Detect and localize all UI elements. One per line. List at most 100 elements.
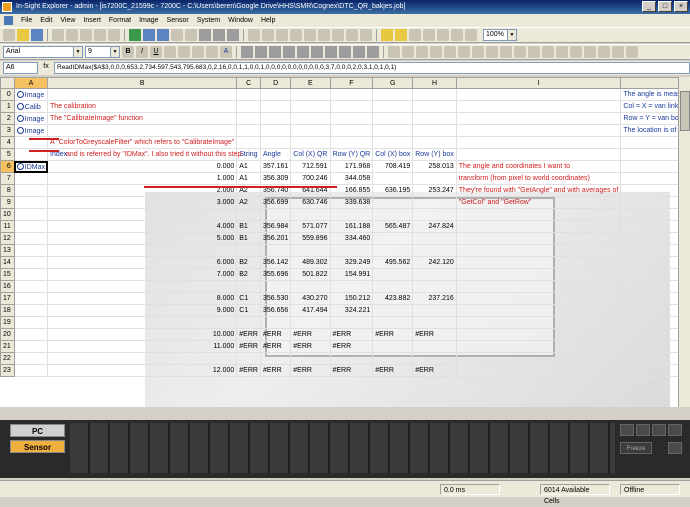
menu-file[interactable]: File <box>21 17 32 24</box>
column-header-i[interactable]: I <box>456 78 621 89</box>
fill-color-icon[interactable] <box>206 46 218 58</box>
cell-i17[interactable] <box>456 293 621 305</box>
row-header[interactable]: 18 <box>1 305 15 317</box>
column-header-g[interactable]: G <box>373 78 413 89</box>
cell-f21[interactable]: #ERR <box>330 341 373 353</box>
shape-icon[interactable] <box>430 46 442 58</box>
row-header[interactable]: 0 <box>1 89 15 101</box>
cell-h6[interactable]: 258.013 <box>413 161 457 173</box>
cell-h3[interactable] <box>413 125 457 137</box>
cell-f13[interactable] <box>330 245 373 257</box>
camera-icon[interactable] <box>199 29 211 41</box>
row-header[interactable]: 7 <box>1 173 15 185</box>
cell-f17[interactable]: 150.212 <box>330 293 373 305</box>
cell-d23[interactable]: #ERR <box>260 365 290 377</box>
cell-g17[interactable]: 423.882 <box>373 293 413 305</box>
histogram-icon[interactable] <box>437 29 449 41</box>
cell-b14[interactable]: 6.000 <box>48 257 237 269</box>
cell-f20[interactable]: #ERR <box>330 329 373 341</box>
cell-a7[interactable] <box>14 173 47 185</box>
column-header-c[interactable]: C <box>237 78 261 89</box>
cell-e3[interactable] <box>291 125 330 137</box>
cell-h14[interactable]: 242.120 <box>413 257 457 269</box>
cell-g19[interactable] <box>373 317 413 329</box>
tool-icon[interactable] <box>339 46 351 58</box>
cell-c6[interactable]: A1 <box>237 161 261 173</box>
font-color-icon[interactable]: A <box>220 46 232 58</box>
cell-h18[interactable] <box>413 305 457 317</box>
cell-g14[interactable]: 495.562 <box>373 257 413 269</box>
cell-d16[interactable] <box>260 281 290 293</box>
column-header-e[interactable]: E <box>291 78 330 89</box>
shape-icon[interactable] <box>486 46 498 58</box>
row-header[interactable]: 3 <box>1 125 15 137</box>
cell-f3[interactable] <box>330 125 373 137</box>
align-left-icon[interactable] <box>164 46 176 58</box>
cell-a15[interactable] <box>14 269 47 281</box>
cell-f10[interactable] <box>330 209 373 221</box>
cell-i3[interactable] <box>456 125 621 137</box>
cell-h0[interactable] <box>413 89 457 101</box>
cell-e23[interactable]: #ERR <box>291 365 330 377</box>
graphics-icon[interactable] <box>248 29 260 41</box>
shape-icon[interactable] <box>598 46 610 58</box>
save-icon[interactable] <box>31 29 43 41</box>
cell-f22[interactable] <box>330 353 373 365</box>
cell-a1[interactable]: Calib <box>14 101 47 113</box>
cell-c9[interactable]: A2 <box>237 197 261 209</box>
cell-i15[interactable] <box>456 269 621 281</box>
menu-system[interactable]: System <box>197 17 220 24</box>
tool-icon[interactable] <box>353 46 365 58</box>
cell-i4[interactable] <box>456 137 621 149</box>
filmstrip-prev-icon[interactable] <box>620 424 634 436</box>
live-icon[interactable] <box>157 29 169 41</box>
cell-h20[interactable]: #ERR <box>413 329 457 341</box>
menu-edit[interactable]: Edit <box>40 17 52 24</box>
cell-e19[interactable] <box>291 317 330 329</box>
cell-b6[interactable]: 0.000 <box>48 161 237 173</box>
cell-a19[interactable] <box>14 317 47 329</box>
row-header[interactable]: 23 <box>1 365 15 377</box>
cell-h16[interactable] <box>413 281 457 293</box>
cell-h17[interactable]: 237.216 <box>413 293 457 305</box>
cell-a18[interactable] <box>14 305 47 317</box>
cell-c23[interactable]: #ERR <box>237 365 261 377</box>
row-header[interactable]: 12 <box>1 233 15 245</box>
cell-d17[interactable]: 356.530 <box>260 293 290 305</box>
tool-icon[interactable] <box>325 46 337 58</box>
cut-icon[interactable] <box>52 29 64 41</box>
cell-d14[interactable]: 356.142 <box>260 257 290 269</box>
column-header-h[interactable]: H <box>413 78 457 89</box>
cell-d10[interactable] <box>260 209 290 221</box>
cell-d6[interactable]: 357.161 <box>260 161 290 173</box>
row-header[interactable]: 14 <box>1 257 15 269</box>
cell-d9[interactable]: 356.699 <box>260 197 290 209</box>
shape-icon[interactable] <box>570 46 582 58</box>
cell-g9[interactable] <box>373 197 413 209</box>
cell-d3[interactable] <box>260 125 290 137</box>
filmstrip-frames[interactable] <box>70 423 615 473</box>
cell-f14[interactable]: 329.249 <box>330 257 373 269</box>
cell-b22[interactable] <box>48 353 237 365</box>
cell-b20[interactable]: 10.000 <box>48 329 237 341</box>
cell-d15[interactable]: 355.696 <box>260 269 290 281</box>
cell-f18[interactable]: 324.221 <box>330 305 373 317</box>
cell-h22[interactable] <box>413 353 457 365</box>
cell-b10[interactable] <box>48 209 237 221</box>
cell-a10[interactable] <box>14 209 47 221</box>
cell-e18[interactable]: 417.494 <box>291 305 330 317</box>
sensor-button[interactable]: Sensor <box>10 440 65 453</box>
cell-a0[interactable]: Image <box>14 89 47 101</box>
row-header[interactable]: 5 <box>1 149 15 161</box>
row-header[interactable]: 20 <box>1 329 15 341</box>
undo-icon[interactable] <box>94 29 106 41</box>
row-header[interactable]: 4 <box>1 137 15 149</box>
align-right-icon[interactable] <box>192 46 204 58</box>
cell-d19[interactable] <box>260 317 290 329</box>
cell-f23[interactable]: #ERR <box>330 365 373 377</box>
cell-g10[interactable] <box>373 209 413 221</box>
cell-d2[interactable] <box>260 113 290 125</box>
grid-icon[interactable] <box>227 29 239 41</box>
cell-e12[interactable]: 559.896 <box>291 233 330 245</box>
open-icon[interactable] <box>17 29 29 41</box>
